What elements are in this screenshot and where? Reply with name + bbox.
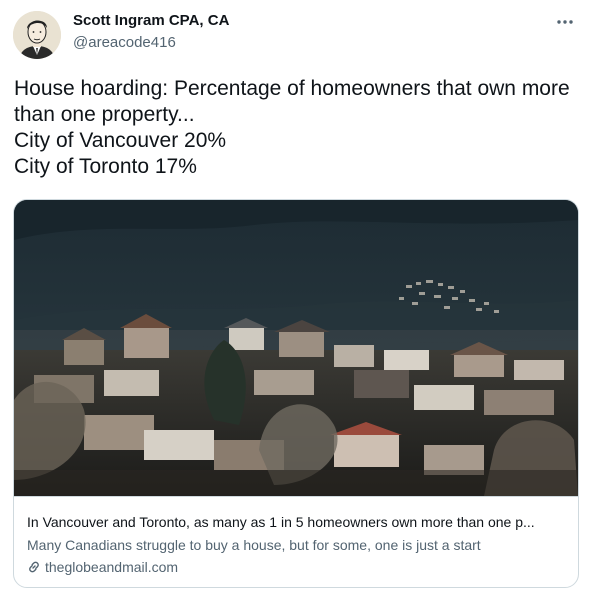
author-handle[interactable]: @areacode416 — [73, 34, 176, 51]
avatar[interactable] — [13, 11, 61, 59]
card-title[interactable]: In Vancouver and Toronto, as many as 1 i… — [27, 514, 567, 530]
tweet: Scott Ingram CPA, CA @areacode416 House … — [0, 0, 591, 597]
tweet-text: House hoarding: Percentage of homeowners… — [14, 77, 570, 178]
link-icon — [27, 560, 41, 574]
card-image[interactable] — [14, 200, 578, 496]
more-horizontal-icon[interactable] — [553, 12, 577, 32]
link-card[interactable]: In Vancouver and Toronto, as many as 1 i… — [13, 199, 579, 588]
card-description[interactable]: Many Canadians struggle to buy a house, … — [27, 537, 567, 553]
card-domain-link[interactable]: theglobeandmail.com — [27, 559, 178, 575]
card-divider — [14, 496, 578, 497]
author-name[interactable]: Scott Ingram CPA, CA — [73, 12, 229, 29]
card-domain: theglobeandmail.com — [45, 559, 179, 575]
